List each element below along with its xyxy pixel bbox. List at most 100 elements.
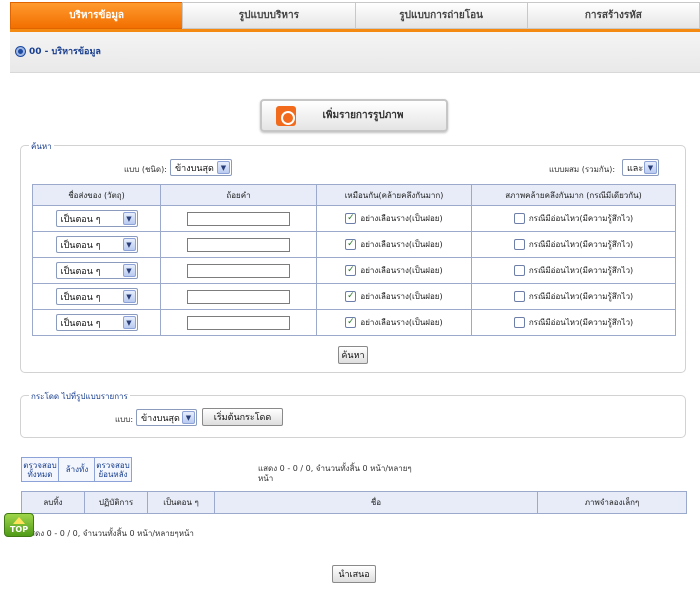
submit-button[interactable]: นำเสนอ [332, 565, 376, 583]
tab-management-format[interactable]: รูปแบบบริหาร [182, 2, 355, 29]
col-object-name: ชื่อส่งของ (วัตถุ) [32, 184, 161, 206]
search-row: เป็นตอน ๆ ▼ ✓ อย่างเลือนราง(เป็นฝอย) กรณีมีอ… [32, 309, 676, 336]
field-cell: เป็นตอน ๆ ▼ [32, 283, 161, 310]
field-select-value: เป็นตอน ๆ [60, 240, 101, 251]
case-cell: กรณีมีอ่อนไหว(มีความรู้สึกไว) [471, 309, 676, 336]
chevron-down-icon: ▼ [122, 316, 136, 329]
similar-cell: ✓ อย่างเลือนราง(เป็นฝอย) [316, 205, 472, 232]
add-image-icon [276, 105, 296, 126]
results-table: ลบทิ้ง ปฏิบัติการ เป็นตอน ๆ ชื่อ ภาพจำลอ… [21, 491, 687, 514]
jump-type-select-value: ข้างบนสุด [141, 413, 180, 424]
field-select-value: เป็นตอน ๆ [60, 318, 101, 329]
search-legend: ค้นหา [29, 140, 54, 153]
field-cell: เป็นตอน ๆ ▼ [32, 231, 161, 258]
pager-top: แสดง 0 - 0 / 0, จำนวนทั้งสิ้น 0 หน้า/หลา… [258, 464, 412, 483]
combine-select-value: และ [627, 163, 644, 174]
case-label: กรณีมีอ่อนไหว(มีความรู้สึกไว) [528, 240, 634, 249]
chevron-down-icon: ▼ [122, 238, 136, 251]
jump-type-label: แบบ: [115, 415, 134, 424]
term-input[interactable] [187, 289, 290, 304]
case-checkbox[interactable] [513, 317, 525, 328]
field-select[interactable]: เป็นตอน ๆ ▼ [55, 236, 138, 253]
similar-cell: ✓ อย่างเลือนราง(เป็นฝอย) [316, 309, 472, 336]
sub-header-bar [10, 32, 700, 73]
search-criteria-table: ชื่อส่งของ (วัตถุ) ถ้อยคำ เหมือนกัน(คล้า… [32, 184, 676, 336]
term-input[interactable] [187, 315, 290, 330]
case-cell: กรณีมีอ่อนไหว(มีความรู้สึกไว) [471, 283, 676, 310]
field-select[interactable]: เป็นตอน ๆ ▼ [55, 314, 138, 331]
col-action: ปฏิบัติการ [84, 491, 148, 514]
case-label: กรณีมีอ่อนไหว(มีความรู้สึกไว) [528, 214, 634, 223]
case-checkbox[interactable] [513, 265, 525, 276]
similar-checkbox[interactable]: ✓ [345, 291, 357, 302]
tab-code-generation[interactable]: การสร้างรหัส [526, 2, 700, 29]
field-cell: เป็นตอน ๆ ▼ [32, 309, 161, 336]
check-all-button[interactable]: ตรวจสอบทั้งหมด [21, 457, 59, 482]
check-reverse-button[interactable]: ตรวจสอบย้อนหลัง [94, 457, 132, 482]
start-jump-button[interactable]: เริ่มต้นกระโดด [202, 408, 283, 426]
search-row: เป็นตอน ๆ ▼ ✓ อย่างเลือนราง(เป็นฝอย) กรณีมีอ… [32, 231, 676, 258]
term-cell [160, 231, 317, 258]
combine-label: แบบผสม (รวมกัน): [549, 165, 616, 174]
pager-bottom: แสดง 0 - 0 / 0, จำนวนทั้งสิ้น 0 หน้า/หลา… [25, 529, 194, 538]
chevron-down-icon: ▼ [122, 212, 136, 225]
col-delete: ลบทิ้ง [21, 491, 85, 514]
field-select[interactable]: เป็นตอน ๆ ▼ [55, 262, 138, 279]
similar-label: อย่างเลือนราง(เป็นฝอย) [360, 266, 443, 275]
field-cell: เป็นตอน ๆ ▼ [32, 257, 161, 284]
similar-label: อย่างเลือนราง(เป็นฝอย) [360, 214, 443, 223]
col-section: เป็นตอน ๆ [147, 491, 215, 514]
term-input[interactable] [187, 237, 290, 252]
field-select[interactable]: เป็นตอน ๆ ▼ [55, 210, 138, 227]
term-cell [160, 205, 317, 232]
breadcrumb: 00 - บริหารข้อมูล [16, 44, 101, 58]
combine-select[interactable]: และ ▼ [622, 159, 659, 176]
search-row: เป็นตอน ๆ ▼ ✓ อย่างเลือนราง(เป็นฝอย) กรณีมีอ… [32, 205, 676, 232]
term-cell [160, 283, 317, 310]
col-case: สภาพคล้ายคลึงกันมาก (กรณีมีเดียวกัน) [471, 184, 676, 206]
chevron-down-icon: ▼ [122, 290, 136, 303]
similar-checkbox[interactable]: ✓ [345, 317, 357, 328]
similar-cell: ✓ อย่างเลือนราง(เป็นฝอย) [316, 231, 472, 258]
similar-label: อย่างเลือนราง(เป็นฝอย) [360, 292, 443, 301]
case-checkbox[interactable] [513, 239, 525, 250]
bullet-icon [16, 46, 25, 56]
tab-data-management[interactable]: บริหารข้อมูล [10, 2, 183, 29]
field-select-value: เป็นตอน ๆ [60, 266, 101, 277]
similar-checkbox[interactable]: ✓ [345, 213, 357, 224]
similar-checkbox[interactable]: ✓ [345, 265, 357, 276]
similar-label: อย่างเลือนราง(เป็นฝอย) [360, 318, 443, 327]
similar-cell: ✓ อย่างเลือนราง(เป็นฝอย) [316, 257, 472, 284]
chevron-down-icon: ▼ [217, 161, 230, 174]
tab-transfer-format[interactable]: รูปแบบการถ่ายโอน [354, 2, 527, 29]
field-select[interactable]: เป็นตอน ๆ ▼ [55, 288, 138, 305]
main-tabs: บริหารข้อมูล รูปแบบบริหาร รูปแบบการถ่ายโ… [10, 2, 700, 29]
col-term: ถ้อยคำ [160, 184, 317, 206]
field-cell: เป็นตอน ๆ ▼ [32, 205, 161, 232]
term-input[interactable] [187, 211, 290, 226]
term-cell [160, 257, 317, 284]
type-select[interactable]: ข้างบนสุด ▼ [170, 159, 232, 176]
search-button[interactable]: ค้นหา [338, 346, 368, 364]
chevron-down-icon: ▼ [122, 264, 136, 277]
similar-cell: ✓ อย่างเลือนราง(เป็นฝอย) [316, 283, 472, 310]
case-cell: กรณีมีอ่อนไหว(มีความรู้สึกไว) [471, 231, 676, 258]
case-label: กรณีมีอ่อนไหว(มีความรู้สึกไว) [528, 318, 634, 327]
case-cell: กรณีมีอ่อนไหว(มีความรู้สึกไว) [471, 205, 676, 232]
term-input[interactable] [187, 263, 290, 278]
jump-legend: กระโดด ไปที่รูปแบบรายการ [29, 390, 130, 403]
clear-all-button[interactable]: ล้างทั้ง [58, 457, 96, 482]
chevron-down-icon: ▼ [644, 161, 657, 174]
top-label: TOP [9, 525, 29, 534]
back-to-top-button[interactable]: TOP [4, 513, 34, 537]
jump-type-select[interactable]: ข้างบนสุด ▼ [136, 409, 197, 426]
similar-checkbox[interactable]: ✓ [345, 239, 357, 250]
col-name: ชื่อ [214, 491, 538, 514]
similar-label: อย่างเลือนราง(เป็นฝอย) [360, 240, 443, 249]
type-label: แบบ (ชนิด): [124, 165, 167, 174]
add-image-item-button[interactable]: เพิ่มรายการรูปภาพ [260, 99, 448, 132]
case-checkbox[interactable] [513, 213, 525, 224]
field-select-value: เป็นตอน ๆ [60, 214, 101, 225]
case-checkbox[interactable] [513, 291, 525, 302]
search-row: เป็นตอน ๆ ▼ ✓ อย่างเลือนราง(เป็นฝอย) กรณีมีอ… [32, 257, 676, 284]
